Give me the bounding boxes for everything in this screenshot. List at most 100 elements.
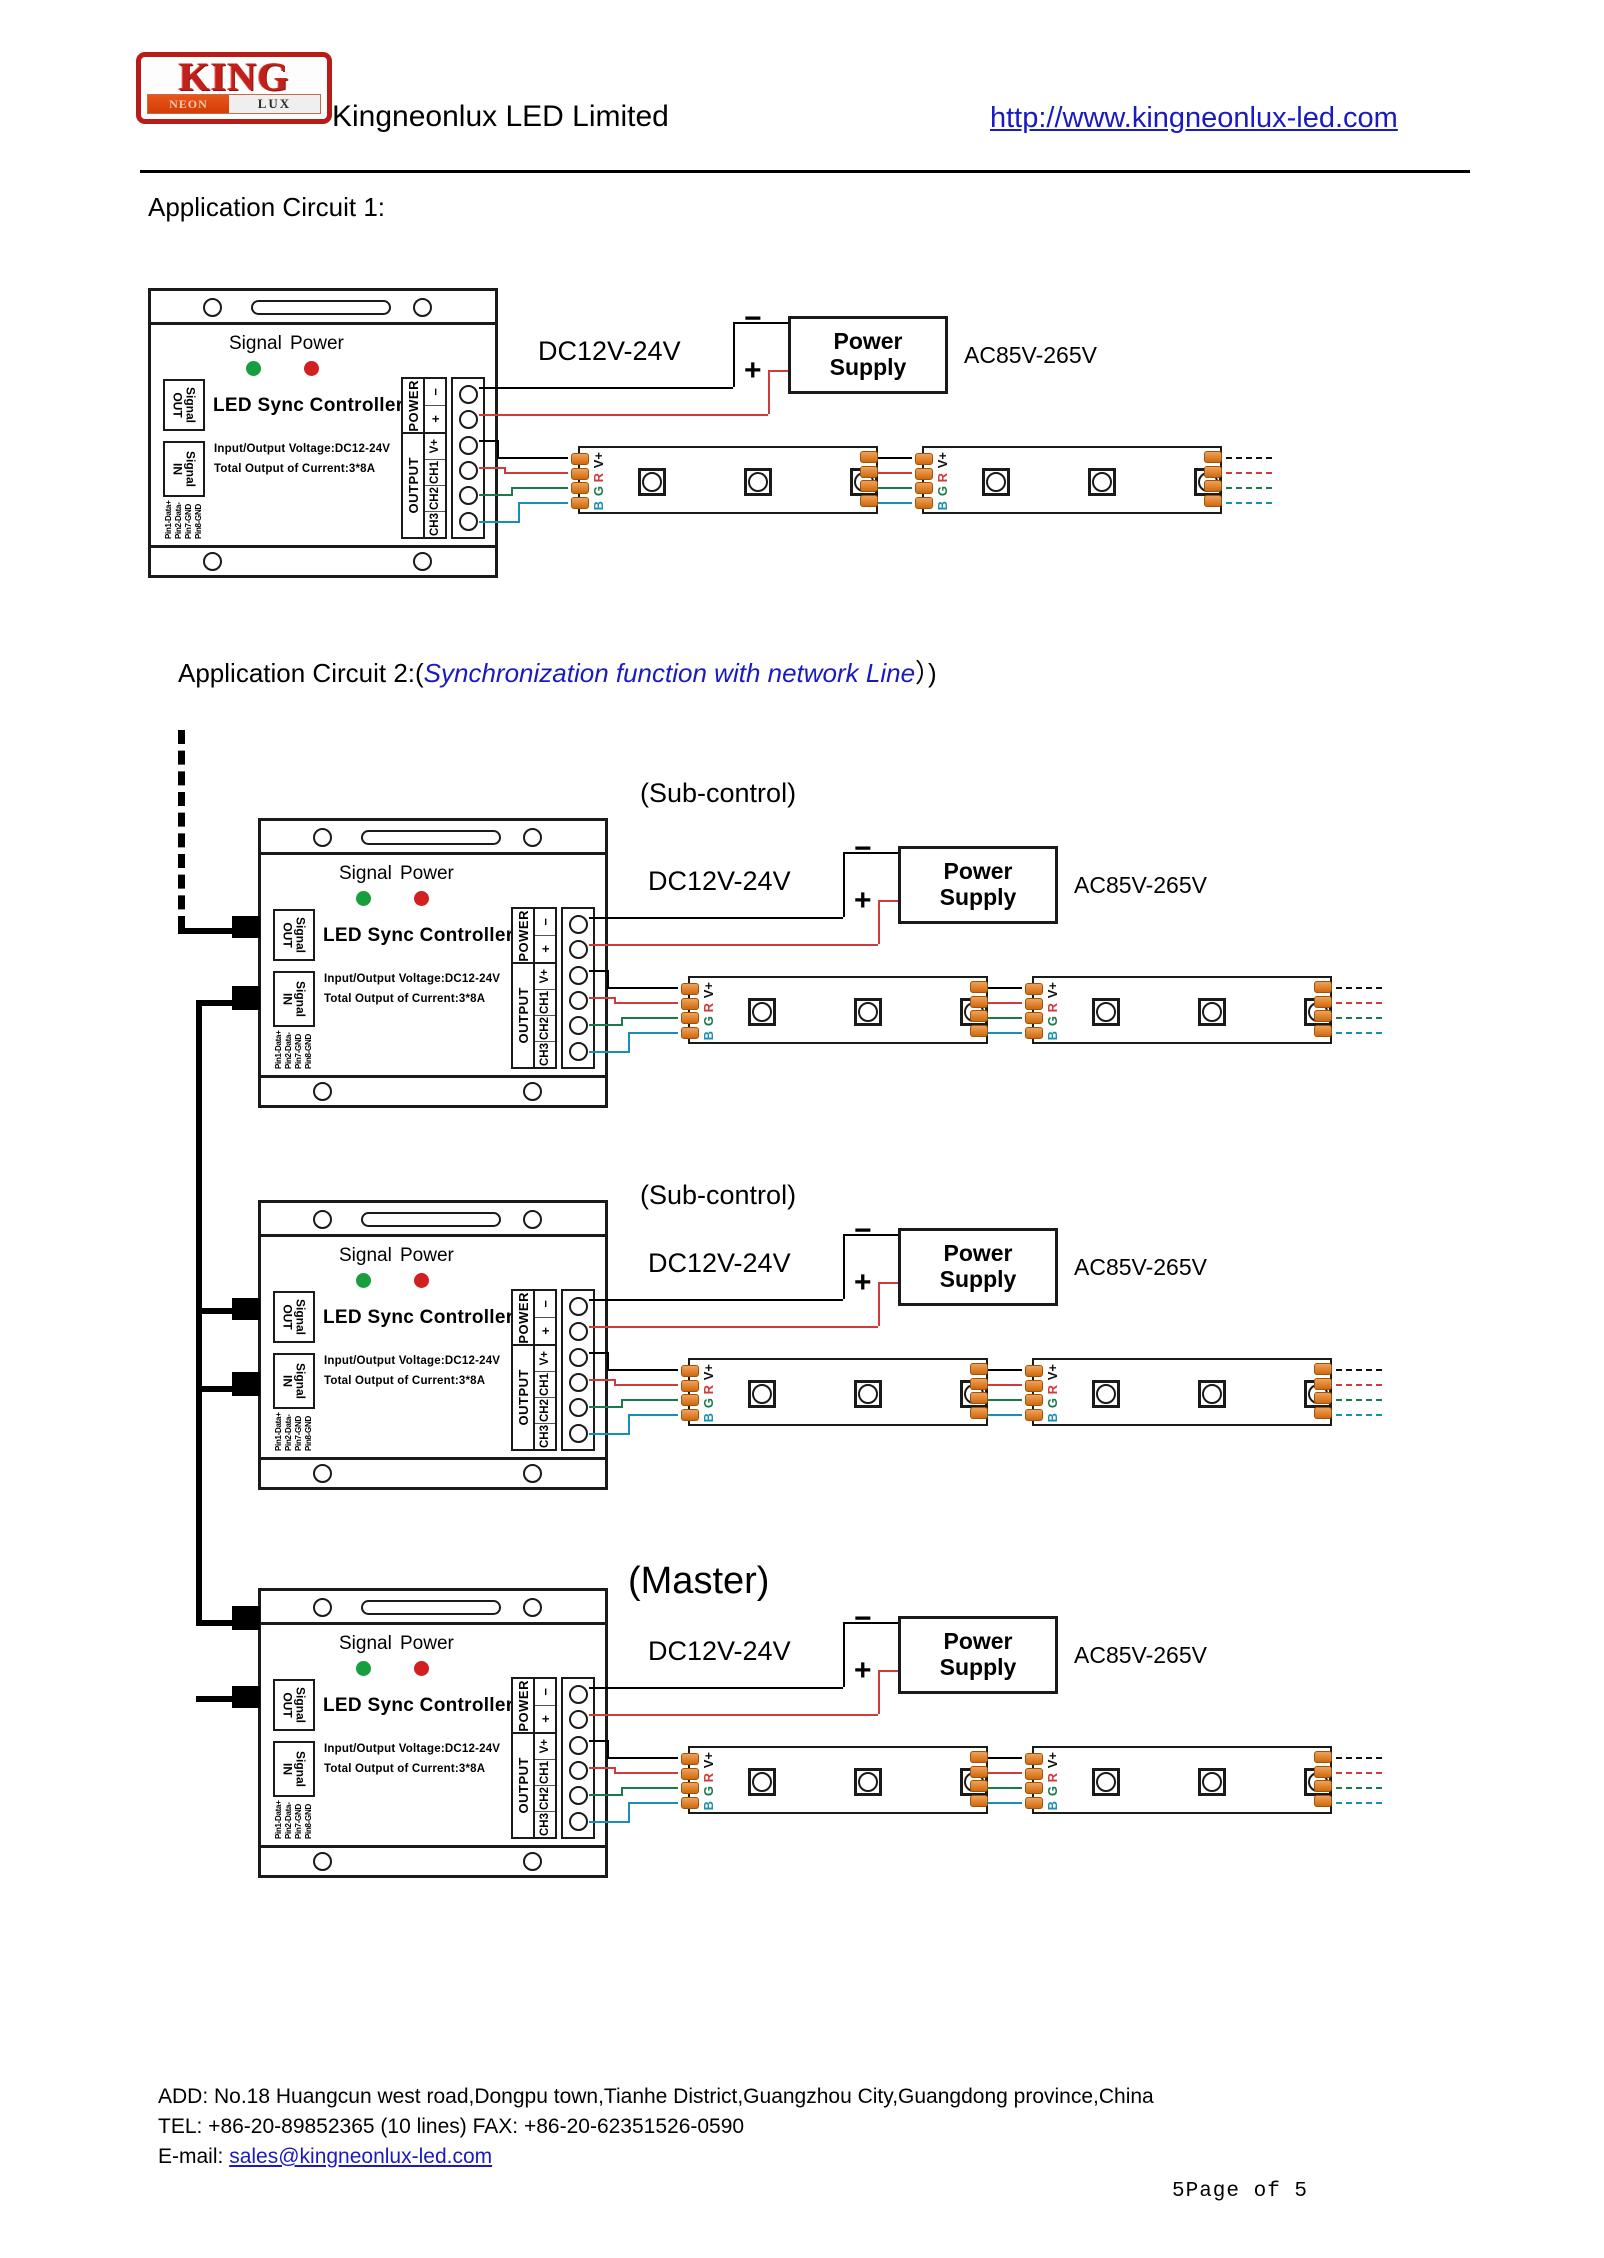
solder-pad	[970, 1377, 988, 1390]
signal-in-port[interactable]: Signal IN	[273, 971, 315, 1027]
mounting-slot	[361, 1600, 501, 1615]
signal-led-label: Signal	[339, 1245, 392, 1266]
terminal-cell: CH3	[535, 1042, 555, 1067]
pin-label: Pin8-GND	[304, 1416, 313, 1451]
signal-out-port[interactable]: Signal OUT	[273, 909, 315, 961]
smd-led	[748, 1768, 776, 1796]
strip-pad-label: B	[701, 1030, 716, 1040]
footer-phone: TEL: +86-20-89852365 (10 lines) FAX: +86…	[158, 2114, 745, 2138]
terminal-cell: −	[535, 1291, 555, 1318]
solder-pad	[1314, 981, 1332, 993]
master-unit-label: (Master)	[628, 1560, 770, 1602]
pin-label: Pin7-GND	[294, 1416, 303, 1451]
power-group-label: POWER	[515, 1291, 531, 1344]
pin-assignment-list: Pin1-Data+ Pin2-Data- Pin7-GND Pin8-GND	[274, 1799, 313, 1839]
terminal-label: +	[537, 1715, 553, 1723]
terminal-cell: CH1	[535, 1760, 555, 1786]
screw-terminal[interactable]	[568, 965, 588, 985]
signal-in-port[interactable]: Signal IN	[273, 1353, 315, 1409]
screw-terminal-block[interactable]	[561, 907, 595, 1069]
dc-voltage-label: DC12V-24V	[648, 1248, 791, 1278]
strip-pad-label: B	[701, 1800, 716, 1810]
screw-hole	[523, 1082, 542, 1101]
terminal-name-column: − + V+ CH1 CH2 CH3	[535, 1291, 555, 1449]
screw-terminal[interactable]	[568, 1398, 588, 1418]
screw-terminal[interactable]	[568, 1373, 588, 1393]
strip-solder-pads	[681, 1365, 699, 1421]
strip-pad-label: V+	[1045, 1364, 1060, 1381]
screw-terminal[interactable]	[568, 1786, 588, 1806]
strip-pad-labels: V+ R G B	[1045, 982, 1060, 1040]
signal-out-port[interactable]: Signal OUT	[273, 1679, 315, 1731]
smd-led	[748, 1380, 776, 1408]
terminal-label: +	[537, 1327, 553, 1335]
terminal-label: CH3	[539, 1424, 551, 1448]
signal-out-label: Signal OUT	[281, 1298, 308, 1336]
strip-solder-pads	[1314, 1363, 1332, 1419]
solder-pad	[681, 1365, 699, 1377]
solder-pad	[1314, 1765, 1332, 1778]
screw-terminal-block[interactable]	[561, 1677, 595, 1839]
screw-terminal[interactable]	[568, 1811, 588, 1831]
controller-name: LED Sync Controller	[323, 925, 514, 946]
screw-hole	[313, 1852, 332, 1871]
controller-top-rail	[261, 1591, 605, 1625]
strip-continuation-dashes	[1336, 1399, 1382, 1401]
psu-minus-sign: −	[854, 832, 872, 865]
solder-pad	[970, 995, 988, 1008]
screw-terminal[interactable]	[568, 1685, 588, 1705]
strip-continuation-dashes	[1336, 1787, 1382, 1789]
strip-pad-label: G	[701, 1398, 716, 1409]
strip-pad-label: V+	[1045, 982, 1060, 999]
terminal-label-block: POWER OUTPUT − + V+ CH1 CH2 CH3	[511, 1677, 557, 1839]
strip-pad-label: R	[1045, 1772, 1060, 1782]
screw-terminal[interactable]	[568, 1710, 588, 1730]
smd-led	[854, 998, 882, 1026]
screw-hole	[313, 1210, 332, 1229]
psu-title-line2: Supply	[939, 884, 1017, 910]
pin-label: Pin1-Data+	[274, 1030, 283, 1069]
signal-in-port[interactable]: Signal IN	[273, 1741, 315, 1797]
solder-pad	[1025, 1012, 1043, 1025]
solder-pad	[1314, 1024, 1332, 1037]
screw-terminal[interactable]	[568, 915, 588, 935]
network-line-dashed	[178, 730, 185, 930]
strip-solder-pads	[1025, 1753, 1043, 1809]
pin-label: Pin2-Data-	[284, 1802, 293, 1839]
solder-pad	[1314, 1751, 1332, 1763]
solder-pad	[970, 1794, 988, 1807]
screw-terminal[interactable]	[568, 1761, 588, 1781]
screw-terminal[interactable]	[568, 1322, 588, 1342]
psu-title-line2: Supply	[939, 1266, 1017, 1292]
pin-label: Pin1-Data+	[274, 1412, 283, 1451]
screw-terminal[interactable]	[568, 1041, 588, 1061]
footer-email-link[interactable]: sales@kingneonlux-led.com	[229, 2145, 492, 2168]
network-connector	[232, 986, 260, 1010]
signal-in-label: Signal IN	[281, 980, 308, 1018]
screw-terminal[interactable]	[568, 1735, 588, 1755]
terminal-label: V+	[539, 969, 551, 984]
terminal-label: −	[537, 1688, 553, 1696]
terminal-cell: −	[535, 1679, 555, 1706]
psu-title-line1: Power	[943, 1628, 1013, 1655]
pin-label: Pin7-GND	[294, 1034, 303, 1069]
strip-pad-label: V+	[701, 982, 716, 999]
screw-terminal[interactable]	[568, 940, 588, 960]
pin-label: Pin8-GND	[304, 1034, 313, 1069]
screw-terminal-block[interactable]	[561, 1289, 595, 1451]
network-connector	[232, 1686, 260, 1708]
strip-pad-labels: V+ R G B	[1045, 1752, 1060, 1810]
screw-terminal[interactable]	[568, 1297, 588, 1317]
mounting-slot	[361, 830, 501, 845]
screw-terminal[interactable]	[568, 991, 588, 1011]
terminal-label: CH2	[539, 1786, 551, 1810]
pin-label: Pin2-Data-	[284, 1032, 293, 1069]
psu-plus-sign: +	[854, 1654, 872, 1687]
screw-terminal[interactable]	[568, 1347, 588, 1367]
screw-terminal[interactable]	[568, 1016, 588, 1036]
screw-terminal[interactable]	[568, 1423, 588, 1443]
solder-pad	[970, 1010, 988, 1023]
strip-continuation-dashes	[1336, 1002, 1382, 1004]
strip-pad-label: R	[1045, 1384, 1060, 1394]
signal-out-port[interactable]: Signal OUT	[273, 1291, 315, 1343]
